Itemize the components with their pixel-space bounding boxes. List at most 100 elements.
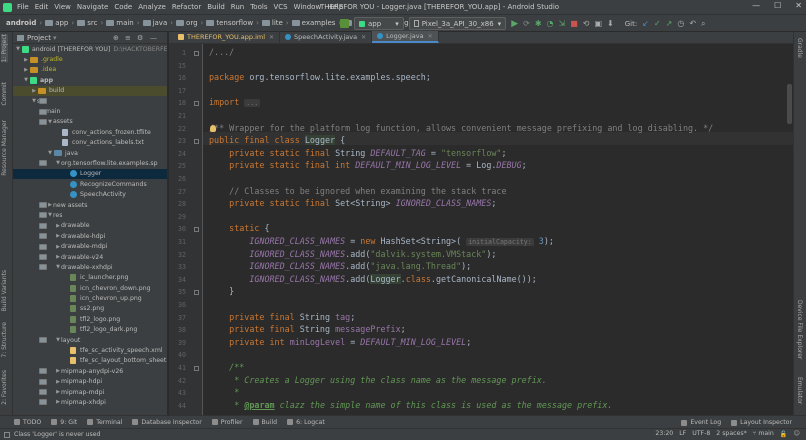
breadcrumb-item[interactable]: main <box>106 19 134 27</box>
code-line[interactable]: private final String messagePrefix; <box>209 324 406 334</box>
chevron-right-icon[interactable]: ▶ <box>31 88 37 94</box>
code-line[interactable]: private final String tag; <box>209 312 355 322</box>
breadcrumb-item[interactable]: org <box>176 19 198 27</box>
tree-item[interactable]: Logger <box>13 168 167 180</box>
hide-panel-icon[interactable]: — <box>150 34 157 42</box>
chevron-right-icon[interactable]: ▶ <box>23 57 29 63</box>
avd-manager-icon[interactable]: ▣ <box>594 19 602 28</box>
menu-item-window[interactable]: Window <box>294 3 322 11</box>
attach-debugger-icon[interactable]: ⇲ <box>559 19 566 28</box>
tool-window-button[interactable]: 6: Logcat <box>287 419 325 426</box>
code-line[interactable]: IGNORED_CLASS_NAMES.add(Logger.class.get… <box>209 273 537 284</box>
tree-item[interactable]: ▼ res <box>13 210 167 220</box>
code-line[interactable]: private static final int DEFAULT_MIN_LOG… <box>209 160 527 170</box>
breadcrumb-item[interactable]: android <box>6 19 36 27</box>
fold-marker-icon[interactable] <box>194 366 199 371</box>
profile-icon[interactable]: ◔ <box>547 19 554 28</box>
code-line[interactable]: IGNORED_CLASS_NAMES.add("dalvik.system.V… <box>209 249 496 259</box>
close-tab-icon[interactable]: ✕ <box>361 34 366 41</box>
code-line[interactable]: package org.tensorflow.lite.examples.spe… <box>209 72 431 82</box>
status-toggle-icon[interactable] <box>4 431 10 438</box>
menu-item-navigate[interactable]: Navigate <box>77 3 108 11</box>
breadcrumb-item[interactable]: java <box>142 19 167 27</box>
editor-tab[interactable]: SpeechActivity.java ✕ <box>280 31 373 43</box>
breadcrumb-item[interactable]: src <box>77 19 97 27</box>
tree-item[interactable]: tfl2_logo_dark.png <box>13 325 167 335</box>
code-line[interactable]: * <box>209 387 239 397</box>
close-tab-icon[interactable]: ✕ <box>269 34 274 41</box>
close-icon[interactable]: ✕ <box>795 1 802 10</box>
device-select[interactable]: Pixel_3a_API_30_x86 ▾ <box>408 17 507 30</box>
tree-item[interactable]: ▼ assets <box>13 117 167 127</box>
menu-item-analyze[interactable]: Analyze <box>138 3 166 11</box>
build-variants-tool-tab[interactable]: Build Variants <box>1 270 8 311</box>
history-icon[interactable]: ◷ <box>677 19 684 28</box>
code-line[interactable]: /** Wrapper for the platform log functio… <box>209 123 713 133</box>
tree-item[interactable]: SpeechActivity <box>13 189 167 199</box>
chevron-right-icon[interactable]: ▶ <box>23 67 29 73</box>
rerun-icon[interactable]: ⟳ <box>523 19 530 28</box>
tool-window-button[interactable]: 9: Git <box>51 419 77 426</box>
code-editor[interactable]: /.../ package org.tensorflow.lite.example… <box>203 44 793 415</box>
structure-tool-tab[interactable]: 7: Structure <box>1 322 8 358</box>
chevron-down-icon[interactable]: ▼ <box>15 46 21 52</box>
search-icon[interactable]: ⌕ <box>701 19 705 29</box>
tool-window-button[interactable]: Database Inspector <box>132 419 202 426</box>
tool-window-button[interactable]: Terminal <box>87 419 122 426</box>
tool-window-button[interactable]: Event Log <box>681 419 721 426</box>
tool-window-button[interactable]: Profiler <box>211 419 243 426</box>
sync-icon[interactable]: ⟲ <box>583 19 590 28</box>
resource-manager-tool-tab[interactable]: Resource Manager <box>1 120 8 176</box>
tree-item[interactable]: ▶ mipmap-anydpi-v26 <box>13 366 167 376</box>
tree-item[interactable]: ▼ org.tensorflow.lite.examples.sp <box>13 158 167 168</box>
tree-item[interactable]: conv_actions_labels.txt <box>13 138 167 148</box>
collapse-all-icon[interactable]: ≡ <box>125 34 131 42</box>
indent-setting[interactable]: 2 spaces* <box>716 430 746 438</box>
favorites-tool-tab[interactable]: 2: Favorites <box>1 370 8 405</box>
locate-icon[interactable]: ⊕ <box>113 34 119 42</box>
chevron-down-icon[interactable]: ▼ <box>47 150 53 156</box>
emulator-tool-tab[interactable]: Emulator <box>796 377 803 404</box>
file-encoding[interactable]: UTF-8 <box>692 430 710 438</box>
tool-window-button[interactable]: Build <box>252 419 277 426</box>
tree-item[interactable]: ▶ drawable-mdpi <box>13 241 167 251</box>
menu-item-code[interactable]: Code <box>114 3 132 11</box>
git-push-icon[interactable]: ↗ <box>666 19 673 28</box>
tree-item[interactable]: tfl2_logo.png <box>13 314 167 324</box>
tool-window-button[interactable]: TODO <box>14 419 41 426</box>
tree-item[interactable]: RecognizeCommands <box>13 179 167 189</box>
menu-item-file[interactable]: File <box>17 3 29 11</box>
code-line[interactable]: IGNORED_CLASS_NAMES = new HashSet<String… <box>209 236 554 246</box>
tree-item[interactable]: ▶ drawable <box>13 221 167 231</box>
fold-marker-icon[interactable] <box>194 139 199 145</box>
breadcrumb-item[interactable]: examples <box>291 19 335 27</box>
fold-marker-icon[interactable] <box>194 101 199 107</box>
menu-item-refactor[interactable]: Refactor <box>172 3 201 11</box>
code-line[interactable]: public final class Logger { <box>209 135 345 146</box>
breadcrumb-item[interactable]: lite <box>261 19 283 27</box>
inspection-icon[interactable]: ☺ <box>794 430 800 438</box>
code-line[interactable]: IGNORED_CLASS_NAMES.add("java.lang.Threa… <box>209 261 471 271</box>
hammer-icon[interactable] <box>340 19 349 28</box>
commit-tool-tab[interactable]: Commit <box>1 82 8 106</box>
code-line[interactable]: static { <box>209 223 269 233</box>
tree-item[interactable]: ▶ mipmap-hdpi <box>13 377 167 387</box>
fold-marker-icon[interactable] <box>194 290 199 296</box>
tree-item[interactable]: ▶ mipmap-xhdpi <box>13 397 167 407</box>
stop-icon[interactable]: ■ <box>570 19 578 28</box>
git-branch[interactable]: ⑂ main <box>753 430 774 438</box>
code-line[interactable]: * @param clazz the simple name of this c… <box>209 400 612 410</box>
menu-item-tools[interactable]: Tools <box>250 3 267 11</box>
tree-item[interactable]: ▶ new assets <box>13 200 167 210</box>
sdk-manager-icon[interactable]: ⬇ <box>607 19 614 28</box>
tree-item[interactable]: ▶ build <box>13 85 167 96</box>
caret-position[interactable]: 23:20 <box>655 430 673 438</box>
tree-item[interactable]: icn_chevron_down.png <box>13 283 167 293</box>
tree-item[interactable]: ▼ app <box>13 75 167 85</box>
lightbulb-icon[interactable] <box>210 124 216 132</box>
gradle-tool-tab[interactable]: Gradle <box>796 38 803 58</box>
menu-item-view[interactable]: View <box>54 3 71 11</box>
code-line[interactable]: import ... <box>209 97 261 108</box>
tree-item[interactable]: ▼ layout <box>13 335 167 345</box>
editor-tab[interactable]: THEREFOR_YOU.app.iml ✕ <box>173 31 281 43</box>
